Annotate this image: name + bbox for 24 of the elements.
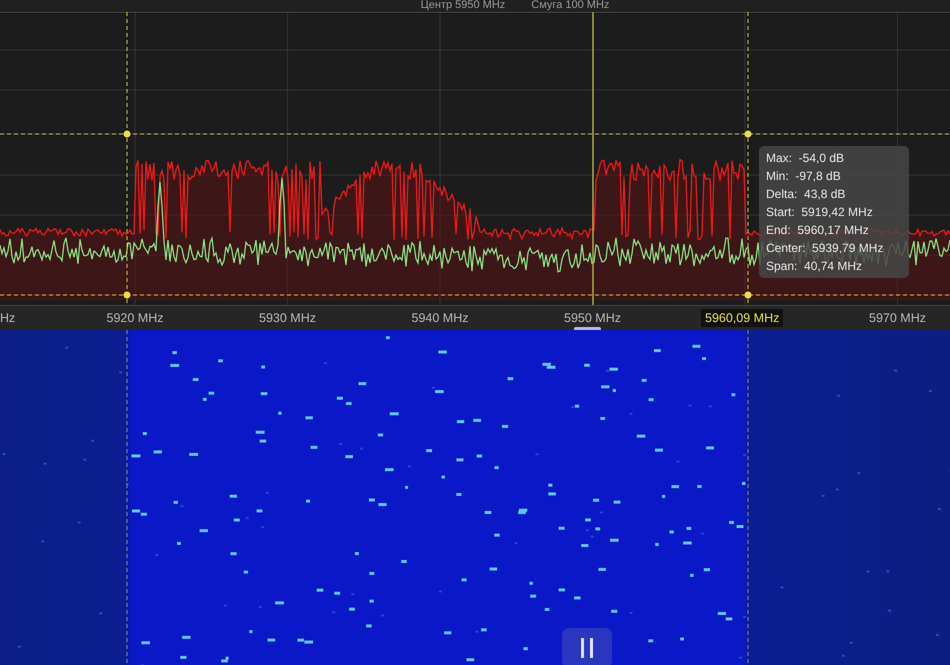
measurement-line: Span: 40,74 MHz <box>766 258 864 275</box>
marker-line[interactable] <box>126 12 128 305</box>
marker-handle[interactable] <box>124 292 130 298</box>
measurement-line: Min: -97,8 dB <box>766 168 842 185</box>
marker-handle[interactable] <box>744 292 752 298</box>
measurement-line: Max: -54,0 dB <box>766 150 846 167</box>
marker-handle[interactable] <box>744 130 752 138</box>
axis-label: 5920 MHz <box>106 311 164 325</box>
marker-line[interactable] <box>0 294 950 296</box>
axis-label: 5940 MHz <box>412 311 468 325</box>
measurement-line: End: 5960,17 MHz <box>766 222 870 239</box>
measurement-line: Delta: 43,8 dB <box>766 186 846 203</box>
marker-handle[interactable] <box>124 130 130 138</box>
pause-button[interactable] <box>562 628 612 665</box>
axis-label: 5970 MHz <box>869 311 926 325</box>
center-frequency-label: Центр 5950 MHz <box>420 0 506 12</box>
span-label: Смуга 100 MHz <box>531 0 610 12</box>
pause-icon <box>580 638 594 658</box>
measurement-line: Start: 5919,42 MHz <box>766 204 874 221</box>
cursor-frequency-label: 5960,09 MHz <box>701 309 784 327</box>
axis-label: 5950 MHz <box>564 311 621 325</box>
axis-label: 5930 MHz <box>259 311 316 325</box>
axis-label: Hz <box>0 311 16 325</box>
measurement-line: Center: 5939,79 MHz <box>766 240 884 257</box>
